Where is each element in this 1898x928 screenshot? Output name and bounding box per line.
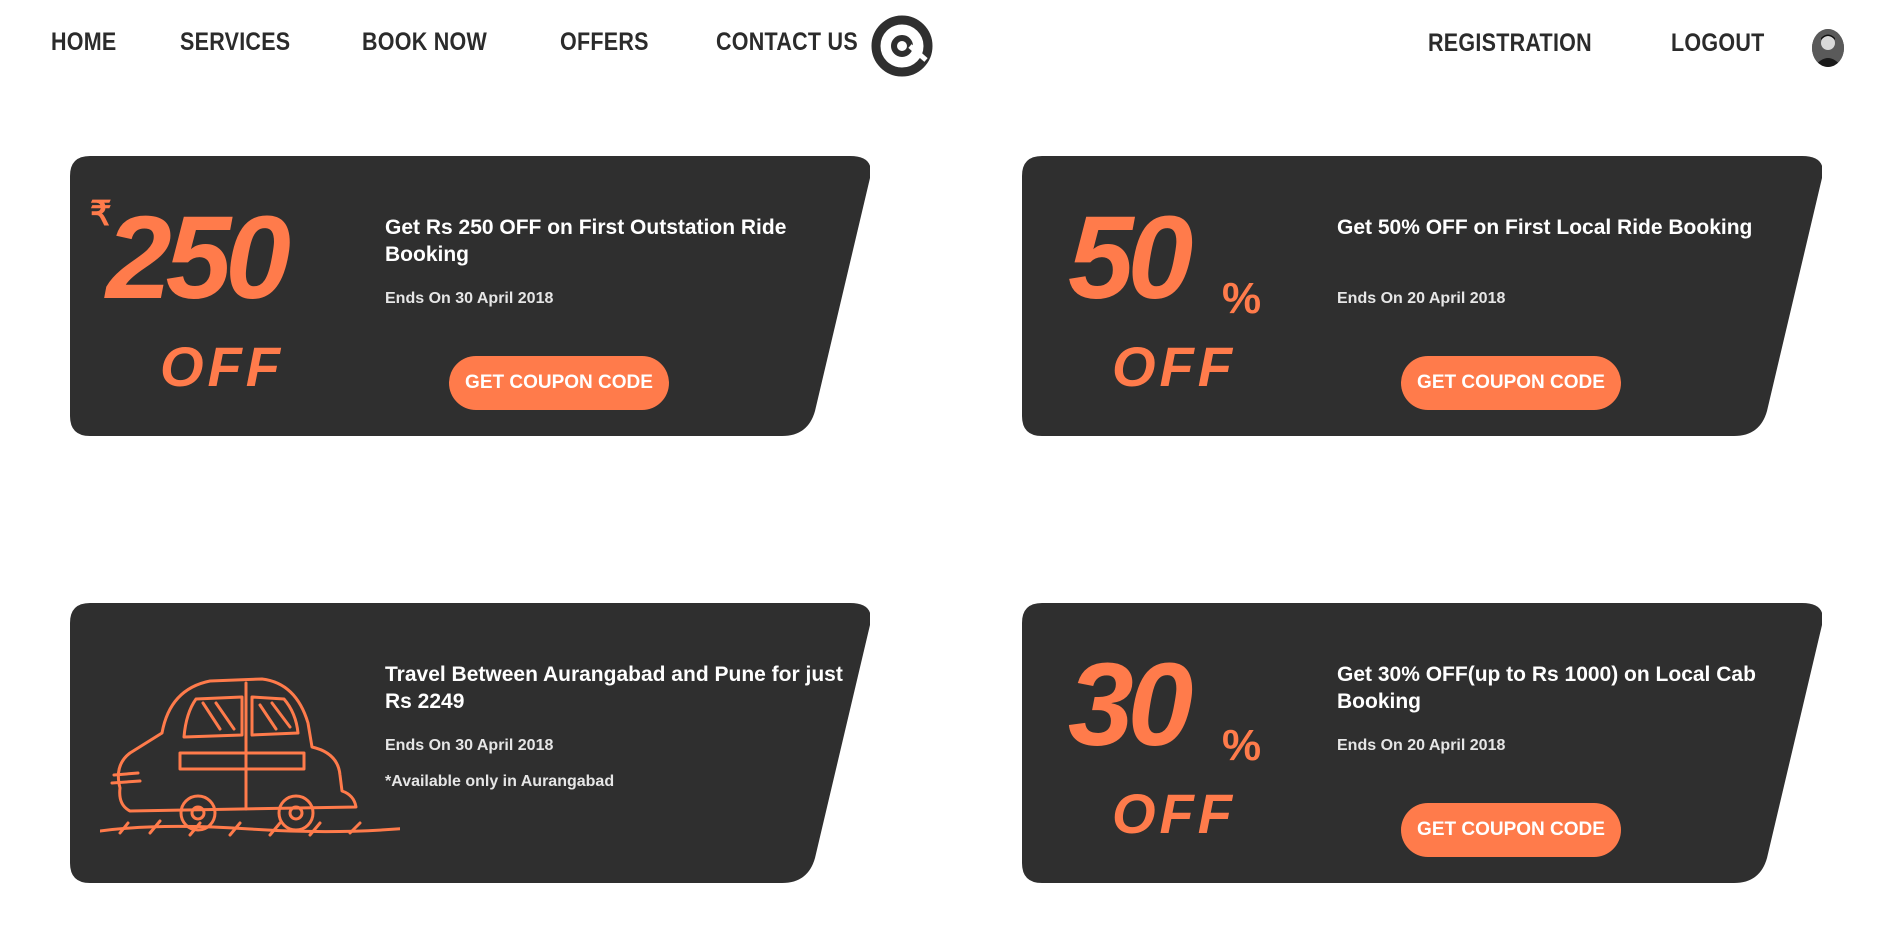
nav-book-now-link[interactable]: BOOK NOW (362, 28, 487, 57)
offer-end-date: Ends On 30 April 2018 (385, 290, 554, 307)
user-avatar[interactable] (1812, 29, 1844, 67)
nav-offers-link[interactable]: OFFERS (560, 28, 649, 57)
rs250-off-graphic: ₹ 250 OFF (90, 192, 350, 406)
graphic-number: 50 (1068, 192, 1193, 324)
nav-services-link[interactable]: SERVICES (180, 28, 290, 57)
nav-registration-link[interactable]: REGISTRATION (1428, 29, 1592, 58)
nav-home-link[interactable]: HOME (51, 28, 117, 57)
offer-title: Travel Between Aurangabad and Pune for j… (385, 663, 843, 713)
percent-symbol: % (1222, 721, 1262, 770)
graphic-off-text: OFF (1112, 335, 1236, 398)
graphic-off-text: OFF (1112, 782, 1236, 845)
offer-end-date: Ends On 30 April 2018 (385, 737, 554, 754)
graphic-number: 250 (106, 192, 291, 324)
percent-symbol: % (1222, 274, 1262, 323)
offer-card-rs250: ₹ 250 OFF Get Rs 250 OFF on First Outsta… (70, 156, 870, 436)
car-sketch-icon (90, 643, 400, 853)
brand-logo-icon[interactable] (870, 14, 934, 78)
main-nav-left: HOME SERVICES BOOK NOW OFFERS CONTACT US (51, 28, 881, 57)
offer-card-aurangabad-pune: Travel Between Aurangabad and Pune for j… (70, 603, 870, 883)
get-coupon-code-button[interactable]: GET COUPON CODE (1401, 803, 1621, 857)
offer-card-30-percent: 30 % OFF Get 30% OFF(up to Rs 1000) on L… (1022, 603, 1822, 883)
nav-logout-link[interactable]: LOGOUT (1671, 29, 1765, 58)
offer-availability-note: *Available only in Aurangabad (385, 773, 615, 790)
get-coupon-code-button[interactable]: GET COUPON CODE (449, 356, 669, 410)
graphic-off-text: OFF (160, 335, 284, 398)
get-coupon-code-button[interactable]: GET COUPON CODE (1401, 356, 1621, 410)
50-percent-off-graphic: 50 % OFF (1042, 192, 1302, 406)
graphic-number: 30 (1068, 639, 1193, 771)
offer-title: Get Rs 250 OFF on First Outstation Ride … (385, 216, 787, 266)
offer-end-date: Ends On 20 April 2018 (1337, 290, 1506, 307)
nav-contact-us-link[interactable]: CONTACT US (716, 28, 858, 57)
offer-end-date: Ends On 20 April 2018 (1337, 737, 1506, 754)
offer-title: Get 30% OFF(up to Rs 1000) on Local Cab … (1337, 663, 1756, 713)
30-percent-off-graphic: 30 % OFF (1042, 639, 1302, 853)
offer-title: Get 50% OFF on First Local Ride Booking (1337, 216, 1753, 239)
main-nav-right: REGISTRATION LOGOUT (1428, 29, 1780, 58)
offer-card-50-percent: 50 % OFF Get 50% OFF on First Local Ride… (1022, 156, 1822, 436)
